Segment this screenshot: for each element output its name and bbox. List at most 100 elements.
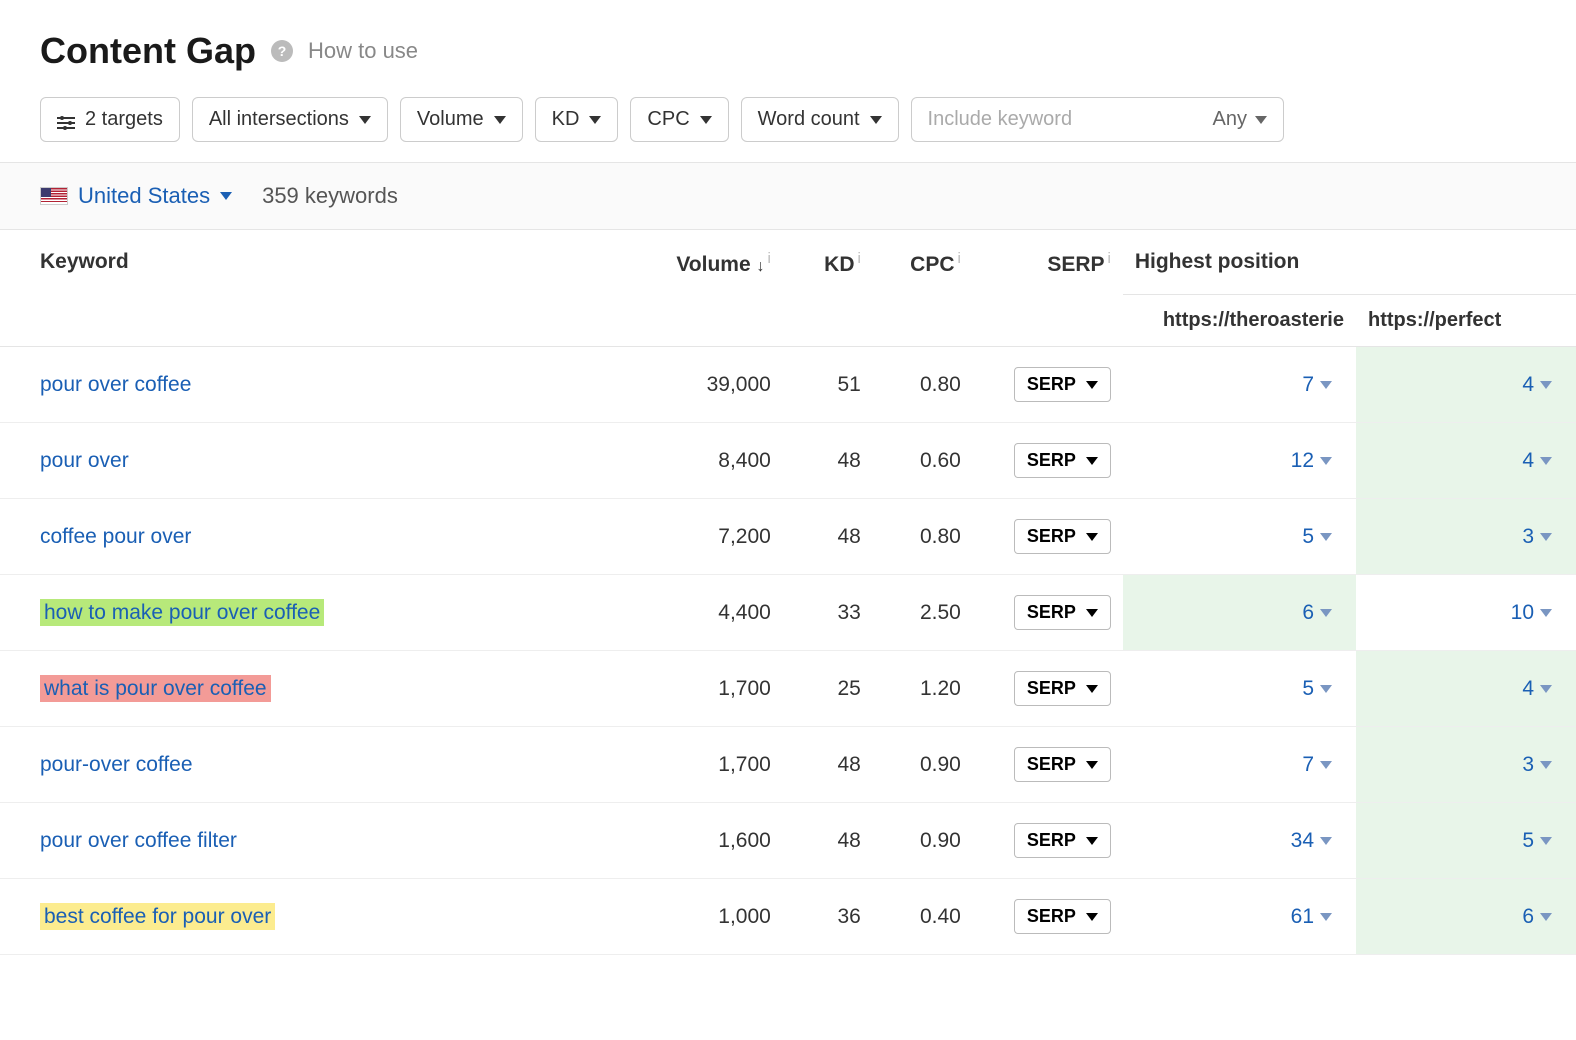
cell-cpc: 0.90 xyxy=(873,803,973,879)
position-dropdown[interactable]: 6 xyxy=(1522,905,1552,929)
targets-filter[interactable]: 2 targets xyxy=(40,97,180,142)
cell-volume: 1,700 xyxy=(643,651,783,727)
chevron-down-icon xyxy=(1086,533,1098,541)
position-dropdown[interactable]: 5 xyxy=(1302,677,1332,701)
cell-volume: 39,000 xyxy=(643,347,783,423)
chevron-down-icon xyxy=(1320,533,1332,541)
cell-kd: 25 xyxy=(783,651,873,727)
chevron-down-icon xyxy=(1540,685,1552,693)
col-kd[interactable]: KDi xyxy=(783,230,873,347)
position-dropdown[interactable]: 6 xyxy=(1302,601,1332,625)
info-icon[interactable]: i xyxy=(768,250,771,267)
position-dropdown[interactable]: 3 xyxy=(1522,753,1552,777)
position-dropdown[interactable]: 4 xyxy=(1522,373,1552,397)
cell-cpc: 2.50 xyxy=(873,575,973,651)
chevron-down-icon xyxy=(220,192,232,200)
kd-label: KD xyxy=(552,108,580,131)
position-dropdown[interactable]: 3 xyxy=(1522,525,1552,549)
filters-row: 2 targets All intersections Volume KD CP… xyxy=(40,97,1536,142)
serp-label: SERP xyxy=(1027,678,1076,699)
keyword-link[interactable]: pour over xyxy=(40,449,129,472)
kd-filter[interactable]: KD xyxy=(535,97,619,142)
table-row: how to make pour over coffee 4,400 33 2.… xyxy=(0,575,1576,651)
include-keyword-control[interactable]: Any xyxy=(911,97,1284,142)
info-icon[interactable]: i xyxy=(1108,250,1111,267)
table-row: pour over 8,400 48 0.60 SERP 12 4 xyxy=(0,423,1576,499)
col-site2[interactable]: https://perfect xyxy=(1356,295,1576,347)
col-highest-position: Highest position xyxy=(1123,230,1576,295)
info-icon[interactable]: i xyxy=(858,250,861,267)
cell-pos2: 6 xyxy=(1356,879,1576,955)
serp-button[interactable]: SERP xyxy=(1014,443,1111,478)
cell-kd: 48 xyxy=(783,803,873,879)
chevron-down-icon xyxy=(1320,913,1332,921)
country-selector[interactable]: United States xyxy=(40,183,232,209)
chevron-down-icon xyxy=(1320,837,1332,845)
chevron-down-icon xyxy=(1320,609,1332,617)
serp-button[interactable]: SERP xyxy=(1014,899,1111,934)
volume-filter[interactable]: Volume xyxy=(400,97,523,142)
chevron-down-icon xyxy=(1086,913,1098,921)
position-dropdown[interactable]: 7 xyxy=(1302,373,1332,397)
cell-volume: 4,400 xyxy=(643,575,783,651)
cell-kd: 48 xyxy=(783,499,873,575)
cell-pos2: 4 xyxy=(1356,423,1576,499)
cell-volume: 7,200 xyxy=(643,499,783,575)
position-dropdown[interactable]: 61 xyxy=(1291,905,1332,929)
position-dropdown[interactable]: 5 xyxy=(1522,829,1552,853)
serp-button[interactable]: SERP xyxy=(1014,747,1111,782)
keyword-link[interactable]: pour-over coffee xyxy=(40,753,193,776)
keyword-link[interactable]: pour over coffee xyxy=(40,373,191,396)
serp-label: SERP xyxy=(1027,906,1076,927)
intersections-filter[interactable]: All intersections xyxy=(192,97,388,142)
chevron-down-icon xyxy=(359,116,371,124)
cell-kd: 51 xyxy=(783,347,873,423)
chevron-down-icon xyxy=(1086,457,1098,465)
position-dropdown[interactable]: 4 xyxy=(1522,449,1552,473)
page-title: Content Gap xyxy=(40,30,256,72)
cpc-filter[interactable]: CPC xyxy=(630,97,728,142)
serp-button[interactable]: SERP xyxy=(1014,671,1111,706)
keyword-link[interactable]: pour over coffee filter xyxy=(40,829,237,852)
col-cpc[interactable]: CPCi xyxy=(873,230,973,347)
cell-keyword: pour over coffee filter xyxy=(0,803,643,879)
chevron-down-icon xyxy=(1086,609,1098,617)
position-dropdown[interactable]: 34 xyxy=(1291,829,1332,853)
help-icon[interactable]: ? xyxy=(271,40,293,62)
serp-button[interactable]: SERP xyxy=(1014,595,1111,630)
serp-label: SERP xyxy=(1027,450,1076,471)
position-dropdown[interactable]: 12 xyxy=(1291,449,1332,473)
position-dropdown[interactable]: 4 xyxy=(1522,677,1552,701)
cell-keyword: what is pour over coffee xyxy=(0,651,643,727)
include-keyword-input[interactable] xyxy=(928,108,1193,131)
cell-keyword: pour over xyxy=(0,423,643,499)
position-dropdown[interactable]: 10 xyxy=(1511,601,1552,625)
chevron-down-icon xyxy=(700,116,712,124)
col-serp[interactable]: SERPi xyxy=(973,230,1123,347)
cell-keyword: pour-over coffee xyxy=(0,727,643,803)
keyword-link[interactable]: how to make pour over coffee xyxy=(40,599,324,626)
chevron-down-icon xyxy=(1320,457,1332,465)
include-match-dropdown[interactable]: Any xyxy=(1213,108,1267,131)
position-dropdown[interactable]: 5 xyxy=(1302,525,1332,549)
cell-cpc: 0.90 xyxy=(873,727,973,803)
word-count-filter[interactable]: Word count xyxy=(741,97,899,142)
position-dropdown[interactable]: 7 xyxy=(1302,753,1332,777)
serp-button[interactable]: SERP xyxy=(1014,519,1111,554)
info-icon[interactable]: i xyxy=(958,250,961,267)
chevron-down-icon xyxy=(1320,761,1332,769)
chevron-down-icon xyxy=(494,116,506,124)
col-volume[interactable]: Volume ↓i xyxy=(643,230,783,347)
keyword-link[interactable]: what is pour over coffee xyxy=(40,675,271,702)
serp-button[interactable]: SERP xyxy=(1014,367,1111,402)
chevron-down-icon xyxy=(1086,837,1098,845)
keyword-link[interactable]: best coffee for pour over xyxy=(40,903,275,930)
col-keyword[interactable]: Keyword xyxy=(0,230,643,347)
cell-pos2: 10 xyxy=(1356,575,1576,651)
cell-cpc: 0.40 xyxy=(873,879,973,955)
col-site1[interactable]: https://theroasterie xyxy=(1123,295,1356,347)
keyword-link[interactable]: coffee pour over xyxy=(40,525,191,548)
how-to-use-link[interactable]: How to use xyxy=(308,38,418,64)
serp-label: SERP xyxy=(1027,602,1076,623)
serp-button[interactable]: SERP xyxy=(1014,823,1111,858)
